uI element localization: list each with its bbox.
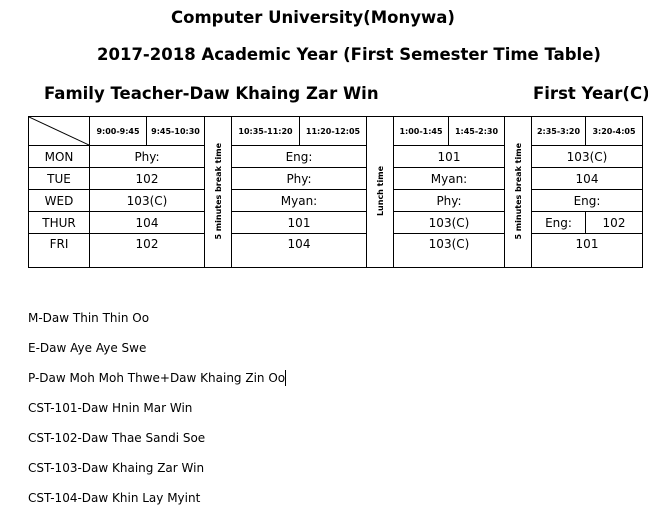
teacher-line[interactable]: P-Daw Moh Moh Thwe+Daw Khaing Zin Oo <box>28 370 287 400</box>
family-teacher-label: Family Teacher-Daw Khaing Zar Win <box>44 84 379 103</box>
period-header: 1:45-2:30 <box>448 116 505 146</box>
period-header: 11:20-12:05 <box>299 116 367 146</box>
subject-cell: 101 <box>531 233 643 268</box>
subject-cell: 103(C) <box>89 189 205 212</box>
text-cursor <box>285 370 287 386</box>
day-label: MON <box>28 145 90 168</box>
afternoon-break-cell: 5 minutes break time <box>504 116 532 268</box>
period-header: 9:00-9:45 <box>89 116 147 146</box>
teacher-text: CST-103-Daw Khaing Zar Win <box>28 461 205 475</box>
subject-cell: 103(C) <box>531 145 643 168</box>
subject-cell: Eng: <box>531 189 643 212</box>
day-label: THUR <box>28 211 90 234</box>
lunch-break-label: Lunch time <box>375 165 385 217</box>
teacher-line[interactable]: CST-103-Daw Khaing Zar Win <box>28 460 286 490</box>
period-header: 1:00-1:45 <box>393 116 449 146</box>
subject-cell: Eng: <box>531 211 586 234</box>
subject-cell: 104 <box>531 167 643 190</box>
subject-cell: Myan: <box>393 167 505 190</box>
morning-break-cell: 5 minutes break time <box>204 116 232 268</box>
subject-cell: Phy: <box>231 167 367 190</box>
teacher-text: E-Daw Aye Aye Swe <box>28 341 147 355</box>
subject-cell: Phy: <box>89 145 205 168</box>
diagonal-line <box>29 117 89 145</box>
teacher-line[interactable]: M-Daw Thin Thin Oo <box>28 310 286 340</box>
teacher-line[interactable]: CST-101-Daw Hnin Mar Win <box>28 400 286 430</box>
corner-cell <box>28 116 90 146</box>
subject-cell: 101 <box>231 211 367 234</box>
subject-cell: 101 <box>393 145 505 168</box>
lunch-break-cell: Lunch time <box>366 116 394 268</box>
period-header: 3:20-4:05 <box>585 116 643 146</box>
teacher-list: M-Daw Thin Thin Oo E-Daw Aye Aye Swe P-D… <box>28 310 287 520</box>
subject-cell: Myan: <box>231 189 367 212</box>
subject-cell: 103(C) <box>393 211 505 234</box>
subject-cell: Phy: <box>393 189 505 212</box>
subject-cell: 102 <box>585 211 643 234</box>
subject-cell: 103(C) <box>393 233 505 268</box>
period-header: 2:35-3:20 <box>531 116 586 146</box>
timetable: 9:00-9:45 9:45-10:30 5 minutes break tim… <box>28 116 643 268</box>
teacher-text: M-Daw Thin Thin Oo <box>28 311 150 325</box>
teacher-text: CST-102-Daw Thae Sandi Soe <box>28 431 206 445</box>
teacher-line[interactable]: E-Daw Aye Aye Swe <box>28 340 286 370</box>
morning-break-label: 5 minutes break time <box>213 142 223 240</box>
timetable-header-row: 9:00-9:45 9:45-10:30 5 minutes break tim… <box>28 116 643 268</box>
subject-cell: 104 <box>231 233 367 268</box>
class-label: First Year(C) <box>533 84 648 103</box>
day-row-tue: TUE 102 Phy: Myan: 104 <box>28 167 643 190</box>
teacher-text: CST-104-Daw Khin Lay Myint <box>28 491 201 505</box>
day-row-fri: FRI 102 104 103(C) 101 <box>28 233 643 268</box>
day-row-thur: THUR 104 101 103(C) Eng: 102 <box>28 211 643 234</box>
day-row-wed: WED 103(C) Myan: Phy: Eng: <box>28 189 643 212</box>
day-row-mon: MON Phy: Eng: 101 103(C) <box>28 145 643 168</box>
day-label: WED <box>28 189 90 212</box>
institution-title: Computer University(Monywa) <box>171 8 455 27</box>
subject-cell: 102 <box>89 167 205 190</box>
day-label: FRI <box>28 233 90 268</box>
day-label: TUE <box>28 167 90 190</box>
period-header: 9:45-10:30 <box>146 116 205 146</box>
teacher-line[interactable]: CST-104-Daw Khin Lay Myint <box>28 490 286 520</box>
teacher-text: P-Daw Moh Moh Thwe+Daw Khaing Zin Oo <box>28 371 286 385</box>
afternoon-break-label: 5 minutes break time <box>513 142 523 240</box>
subject-cell: 104 <box>89 211 205 234</box>
subject-cell: 102 <box>89 233 205 268</box>
teacher-text: CST-101-Daw Hnin Mar Win <box>28 401 193 415</box>
subject-cell: Eng: <box>231 145 367 168</box>
teacher-line[interactable]: CST-102-Daw Thae Sandi Soe <box>28 430 286 460</box>
semester-title: 2017-2018 Academic Year (First Semester … <box>97 45 601 64</box>
period-header: 10:35-11:20 <box>231 116 300 146</box>
